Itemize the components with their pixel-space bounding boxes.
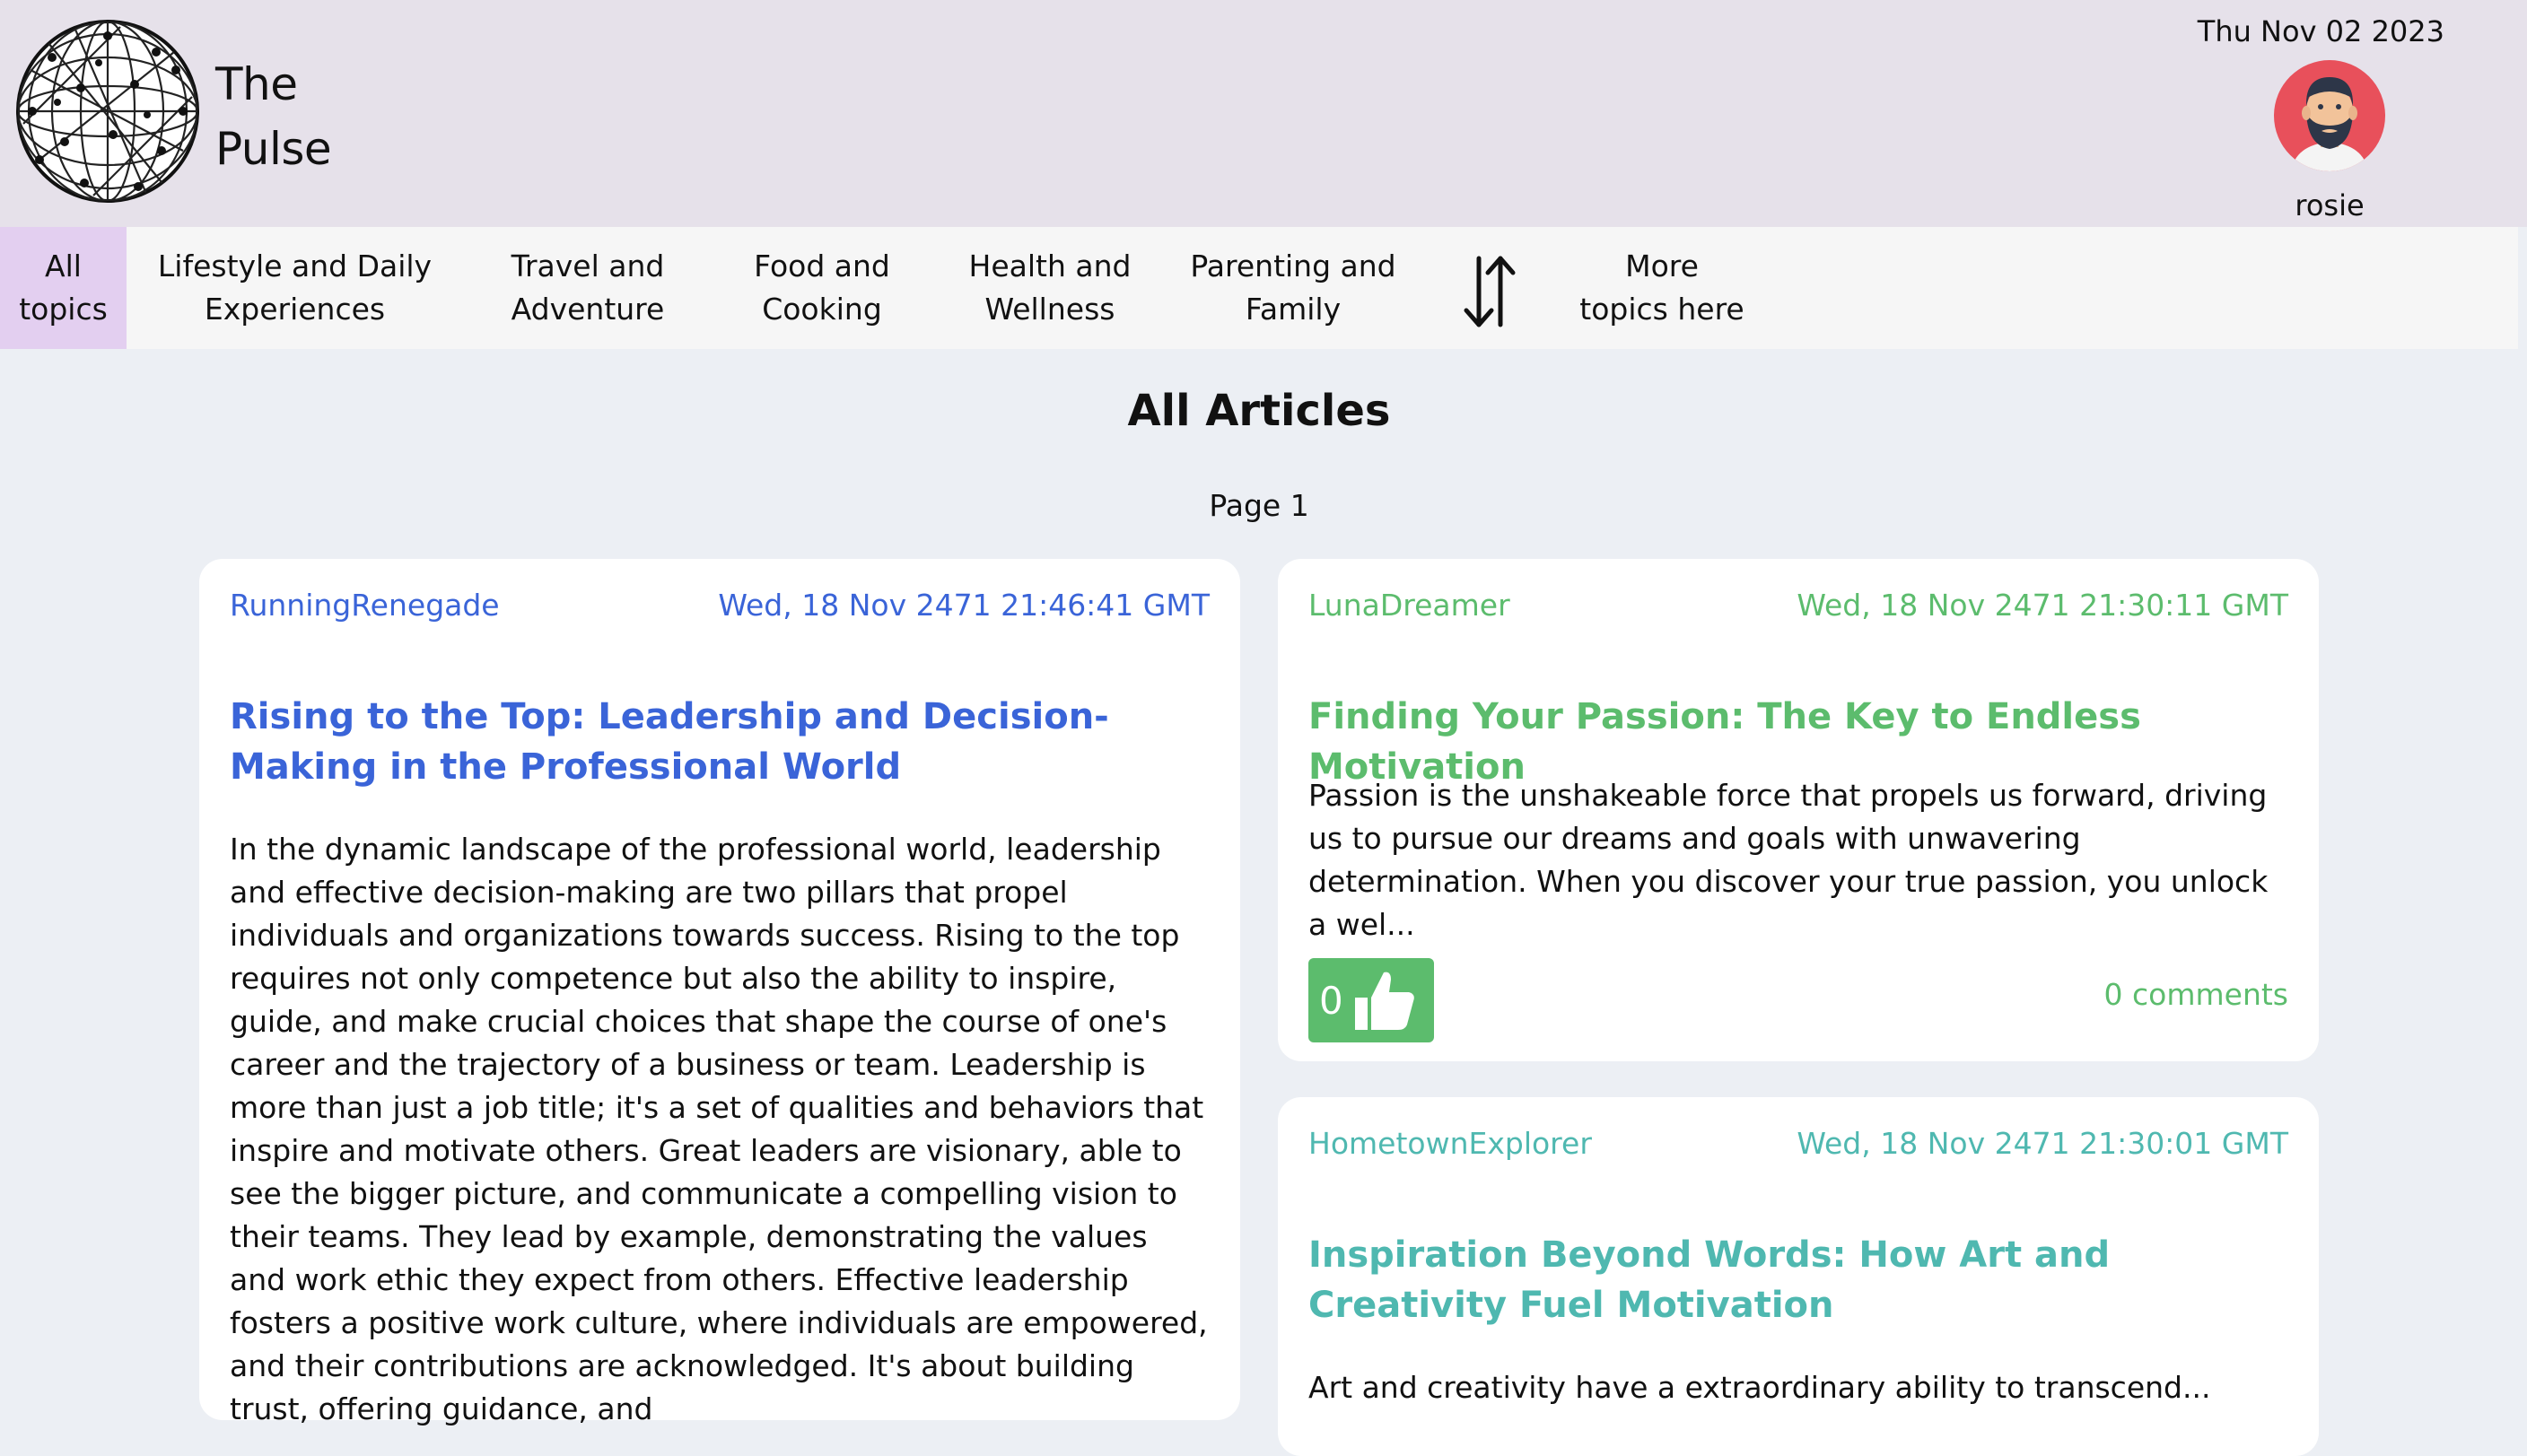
tab-label: Food and Cooking	[754, 248, 890, 327]
tab-more-topics[interactable]: More topics here	[1561, 227, 1762, 349]
topic-nav: All topics Lifestyle and Daily Experienc…	[0, 227, 2518, 349]
article-timestamp: Wed, 18 Nov 2471 21:30:11 GMT	[1797, 588, 2288, 623]
tab-label: More topics here	[1579, 248, 1744, 327]
globe-network-icon[interactable]	[13, 16, 203, 206]
article-author[interactable]: HometownExplorer	[1308, 1126, 1592, 1161]
like-button[interactable]: 0	[1308, 958, 1434, 1042]
page-indicator: Page 1	[1209, 488, 1309, 523]
tab-health[interactable]: Health and Wellness	[951, 227, 1149, 349]
article-author[interactable]: LunaDreamer	[1308, 588, 1510, 623]
brand-name[interactable]: The Pulse	[215, 52, 332, 181]
tab-label: Parenting and Family	[1190, 248, 1396, 327]
tab-parenting[interactable]: Parenting and Family	[1176, 227, 1411, 349]
tab-label: All topics	[19, 248, 108, 327]
current-date: Thu Nov 02 2023	[2197, 14, 2444, 48]
sort-arrows-icon[interactable]	[1461, 251, 1518, 332]
tab-lifestyle[interactable]: Lifestyle and Daily Experiences	[140, 227, 450, 349]
article-timestamp: Wed, 18 Nov 2471 21:46:41 GMT	[718, 588, 1210, 623]
article-author[interactable]: RunningRenegade	[230, 588, 500, 623]
app-header: The Pulse Thu Nov 02 2023 rosie	[0, 0, 2527, 227]
article-card[interactable]: HometownExplorer Wed, 18 Nov 2471 21:30:…	[1278, 1097, 2319, 1456]
tab-food[interactable]: Food and Cooking	[727, 227, 917, 349]
comments-link[interactable]: 0 comments	[2104, 977, 2288, 1012]
tab-label: Health and Wellness	[968, 248, 1132, 327]
article-card[interactable]: RunningRenegade Wed, 18 Nov 2471 21:46:4…	[199, 559, 1240, 1426]
tab-label: Lifestyle and Daily Experiences	[157, 248, 433, 327]
thumbs-up-icon	[1355, 972, 1414, 1030]
article-excerpt: Art and creativity have a extraordinary …	[1308, 1370, 2211, 1405]
tab-label: Travel and Adventure	[511, 248, 665, 327]
article-title[interactable]: Inspiration Beyond Words: How Art and Cr…	[1308, 1230, 2288, 1330]
page-title: All Articles	[1127, 386, 1391, 436]
article-excerpt: Passion is the unshakeable force that pr…	[1308, 778, 2269, 942]
article-body: In the dynamic landscape of the professi…	[230, 832, 1208, 1426]
avatar[interactable]	[2273, 59, 2386, 172]
article-card[interactable]: LunaDreamer Wed, 18 Nov 2471 21:30:11 GM…	[1278, 559, 2319, 1061]
tab-all-topics[interactable]: All topics	[0, 227, 127, 349]
article-title[interactable]: Rising to the Top: Leadership and Decisi…	[230, 692, 1210, 792]
like-count: 0	[1319, 978, 1343, 1023]
article-timestamp: Wed, 18 Nov 2471 21:30:01 GMT	[1797, 1126, 2288, 1161]
username-label[interactable]: rosie	[2270, 188, 2389, 222]
tab-travel[interactable]: Travel and Adventure	[485, 227, 691, 349]
